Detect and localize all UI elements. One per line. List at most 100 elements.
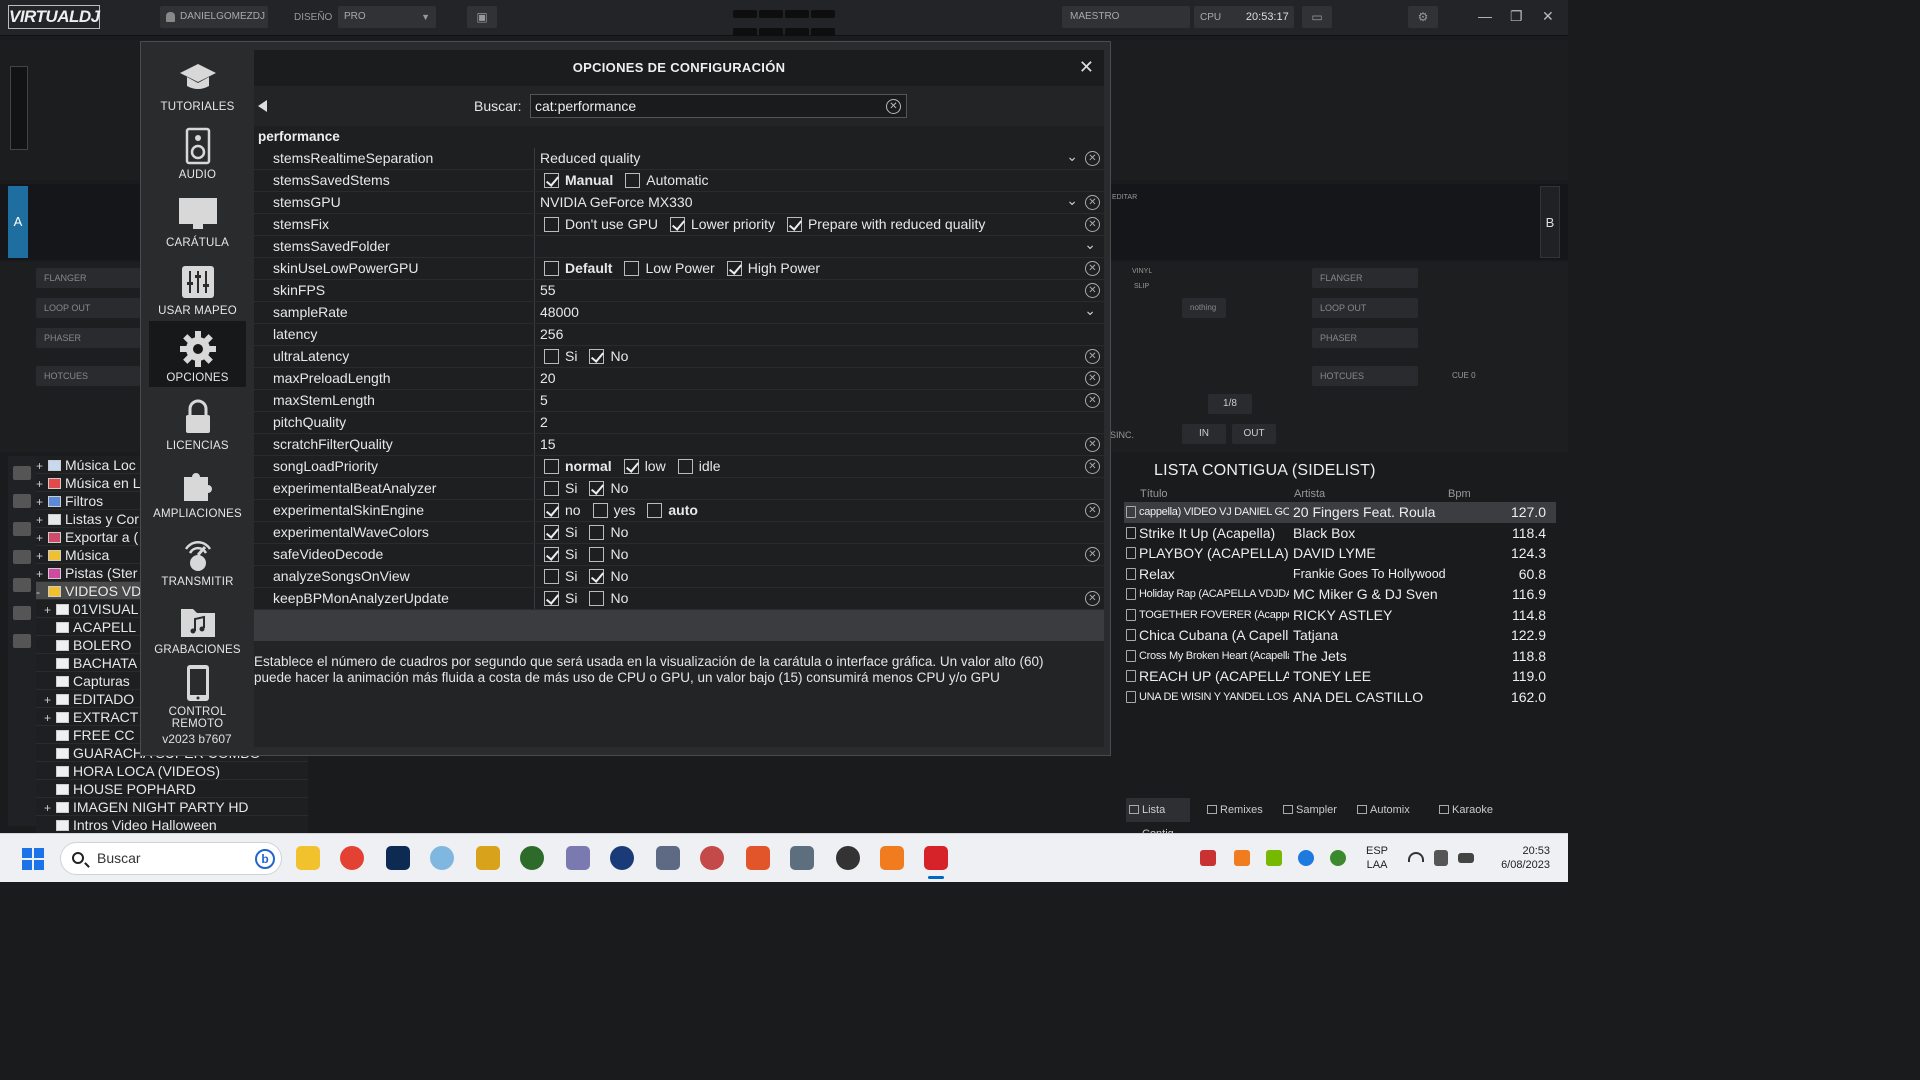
search-clear-icon[interactable]: ✕ bbox=[886, 99, 901, 114]
chevron-down-icon[interactable]: ⌄ bbox=[1084, 236, 1096, 252]
nothing-slot[interactable]: nothing bbox=[1182, 298, 1226, 318]
star-icon[interactable] bbox=[13, 466, 31, 480]
checkbox[interactable] bbox=[589, 349, 605, 364]
checkbox[interactable] bbox=[544, 525, 559, 540]
hotcues-select-left[interactable]: HOTCUES bbox=[36, 366, 140, 386]
minimize-icon[interactable]: — bbox=[1478, 8, 1492, 24]
option-value[interactable]: Si No bbox=[536, 478, 1104, 499]
expand-toggle[interactable]: - bbox=[36, 583, 48, 599]
search-input[interactable] bbox=[530, 94, 907, 118]
checkbox[interactable] bbox=[544, 261, 559, 276]
expand-toggle[interactable]: + bbox=[36, 529, 48, 545]
nav-opciones[interactable]: OPCIONES bbox=[149, 321, 246, 387]
tree-item[interactable]: + IMAGEN NIGHT PARTY HD bbox=[36, 798, 308, 816]
checkbox[interactable] bbox=[544, 349, 559, 364]
col-artist-header[interactable]: Artista bbox=[1294, 488, 1325, 500]
option-row[interactable]: stemsSavedFolder ⌄ bbox=[254, 236, 1104, 258]
track-row[interactable]: REACH UP (ACAPELLA) TONEY LEE 119.0 bbox=[1124, 666, 1556, 687]
tray-icon-2[interactable] bbox=[1234, 850, 1250, 866]
cube-icon[interactable]: ▣ bbox=[467, 6, 497, 28]
track-row[interactable]: Chica Cubana (A Capella) Tatjana 122.9 bbox=[1124, 625, 1556, 646]
track-row[interactable]: UNA DE WISIN Y YANDEL LOS... ANA DEL CAST… bbox=[1124, 687, 1556, 708]
app-icon-9[interactable] bbox=[656, 846, 680, 870]
option-value[interactable]: Don't use GPU Lower priority Prepare with … bbox=[536, 214, 1104, 235]
checkbox[interactable] bbox=[544, 459, 559, 474]
app-icon-14[interactable] bbox=[880, 846, 904, 870]
option-row[interactable]: keepBPMonAnalyzerUpdate Si No ✕ bbox=[254, 588, 1104, 610]
tree-item[interactable]: Intros Video Halloween bbox=[36, 816, 308, 834]
checkbox[interactable] bbox=[786, 217, 802, 232]
deck-b-indicator[interactable]: B bbox=[1540, 186, 1560, 258]
option-value[interactable]: ⌄ bbox=[536, 236, 1104, 257]
reset-icon[interactable]: ✕ bbox=[1085, 151, 1100, 166]
checkbox[interactable] bbox=[589, 547, 605, 562]
option-row[interactable]: sampleRate 48000 ⌄ bbox=[254, 302, 1104, 324]
checkbox[interactable] bbox=[726, 261, 742, 276]
option-value[interactable]: no yes auto ✕ bbox=[536, 500, 1104, 521]
checkbox[interactable] bbox=[625, 173, 641, 188]
option-value[interactable]: 48000 ⌄ bbox=[536, 302, 1104, 323]
windows-start-icon[interactable] bbox=[22, 848, 44, 870]
option-value[interactable]: Reduced quality ⌄ ✕ bbox=[536, 148, 1104, 169]
expand-toggle[interactable]: + bbox=[44, 691, 56, 707]
nav-transmitir[interactable]: TRANSMITIR bbox=[149, 525, 246, 591]
expand-toggle[interactable]: + bbox=[44, 709, 56, 725]
design-select[interactable]: PRO ▼ bbox=[338, 6, 436, 28]
nav-tutoriales[interactable]: TUTORIALES bbox=[149, 50, 246, 116]
option-value[interactable]: 256 bbox=[536, 324, 1104, 345]
language-indicator[interactable]: ESP LAA bbox=[1366, 844, 1388, 872]
restore-icon[interactable]: ❐ bbox=[1510, 8, 1523, 25]
tree-item[interactable]: HOUSE POPHARD bbox=[36, 780, 308, 798]
camera-icon[interactable] bbox=[790, 846, 814, 870]
browser-tab[interactable]: Remixes bbox=[1204, 798, 1274, 822]
checkbox[interactable] bbox=[592, 503, 608, 518]
expand-toggle[interactable]: + bbox=[36, 457, 48, 473]
option-value[interactable]: 20 ✕ bbox=[536, 368, 1104, 389]
file-explorer-icon[interactable] bbox=[296, 846, 320, 870]
nav-ampliaciones[interactable]: AMPLIACIONES bbox=[149, 457, 246, 523]
option-value[interactable]: 5 ✕ bbox=[536, 390, 1104, 411]
vinyl-button[interactable]: VINYL bbox=[1132, 268, 1152, 275]
reset-icon[interactable]: ✕ bbox=[1085, 283, 1100, 298]
master-volume[interactable]: MAESTRO bbox=[1062, 6, 1190, 28]
track-row[interactable]: Cross My Broken Heart (Acapella... The Je… bbox=[1124, 646, 1556, 667]
out-button[interactable]: OUT bbox=[1232, 424, 1276, 444]
reset-icon[interactable]: ✕ bbox=[1085, 503, 1100, 518]
track-row[interactable]: Holiday Rap (ACAPELLA VDJDA... MC Miker G… bbox=[1124, 584, 1556, 605]
reset-icon[interactable]: ✕ bbox=[1085, 437, 1100, 452]
app-icon-10[interactable] bbox=[700, 846, 724, 870]
option-row[interactable]: scratchFilterQuality 15 ✕ bbox=[254, 434, 1104, 456]
nvidia-icon[interactable] bbox=[1266, 850, 1282, 866]
browser-tab[interactable]: Automix bbox=[1354, 798, 1424, 822]
hotcues-select-right[interactable]: HOTCUES bbox=[1312, 366, 1418, 386]
track-row[interactable]: TOGETHER FOVERER (Acappe... RICKY ASTLEY 1… bbox=[1124, 605, 1556, 626]
chrome-icon[interactable] bbox=[340, 846, 364, 870]
option-row[interactable]: ultraLatency Si No ✕ bbox=[254, 346, 1104, 368]
fx-slot-1-right[interactable]: FLANGER bbox=[1312, 268, 1418, 288]
checkbox[interactable] bbox=[669, 217, 685, 232]
col-bpm-header[interactable]: Bpm bbox=[1448, 488, 1471, 500]
option-row[interactable]: stemsRealtimeSeparation Reduced quality ⌄ ✕ bbox=[254, 148, 1104, 170]
browser-tab[interactable]: Lista Contig bbox=[1126, 798, 1190, 840]
checkbox[interactable] bbox=[544, 547, 559, 562]
sync-button[interactable]: SINC. bbox=[1110, 430, 1134, 440]
option-row[interactable]: safeVideoDecode Si No ✕ bbox=[254, 544, 1104, 566]
reset-icon[interactable]: ✕ bbox=[1085, 217, 1100, 232]
app-icon-8[interactable] bbox=[610, 846, 634, 870]
option-row[interactable]: maxPreloadLength 20 ✕ bbox=[254, 368, 1104, 390]
checkbox[interactable] bbox=[589, 481, 605, 496]
track-row[interactable]: cappella) VIDEO VJ DANIEL GOME 20 Fingers… bbox=[1124, 502, 1556, 523]
music-icon[interactable] bbox=[13, 578, 31, 592]
reset-icon[interactable]: ✕ bbox=[1085, 393, 1100, 408]
app-icon-11[interactable] bbox=[746, 846, 770, 870]
option-value[interactable]: Manual Automatic bbox=[536, 170, 1104, 191]
app-icon-5[interactable] bbox=[476, 846, 500, 870]
option-value[interactable]: Si No bbox=[536, 522, 1104, 543]
tag-icon[interactable] bbox=[13, 606, 31, 620]
nav-audio[interactable]: AUDIO bbox=[149, 118, 246, 184]
nav-grabaciones[interactable]: GRABACIONES bbox=[149, 593, 246, 659]
track-row[interactable]: PLAYBOY (ACAPELLA) DAVID LYME 124.3 bbox=[1124, 543, 1556, 564]
expand-toggle[interactable]: + bbox=[36, 565, 48, 581]
checkbox[interactable] bbox=[623, 459, 639, 474]
nav-licencias[interactable]: LICENCIAS bbox=[149, 389, 246, 455]
